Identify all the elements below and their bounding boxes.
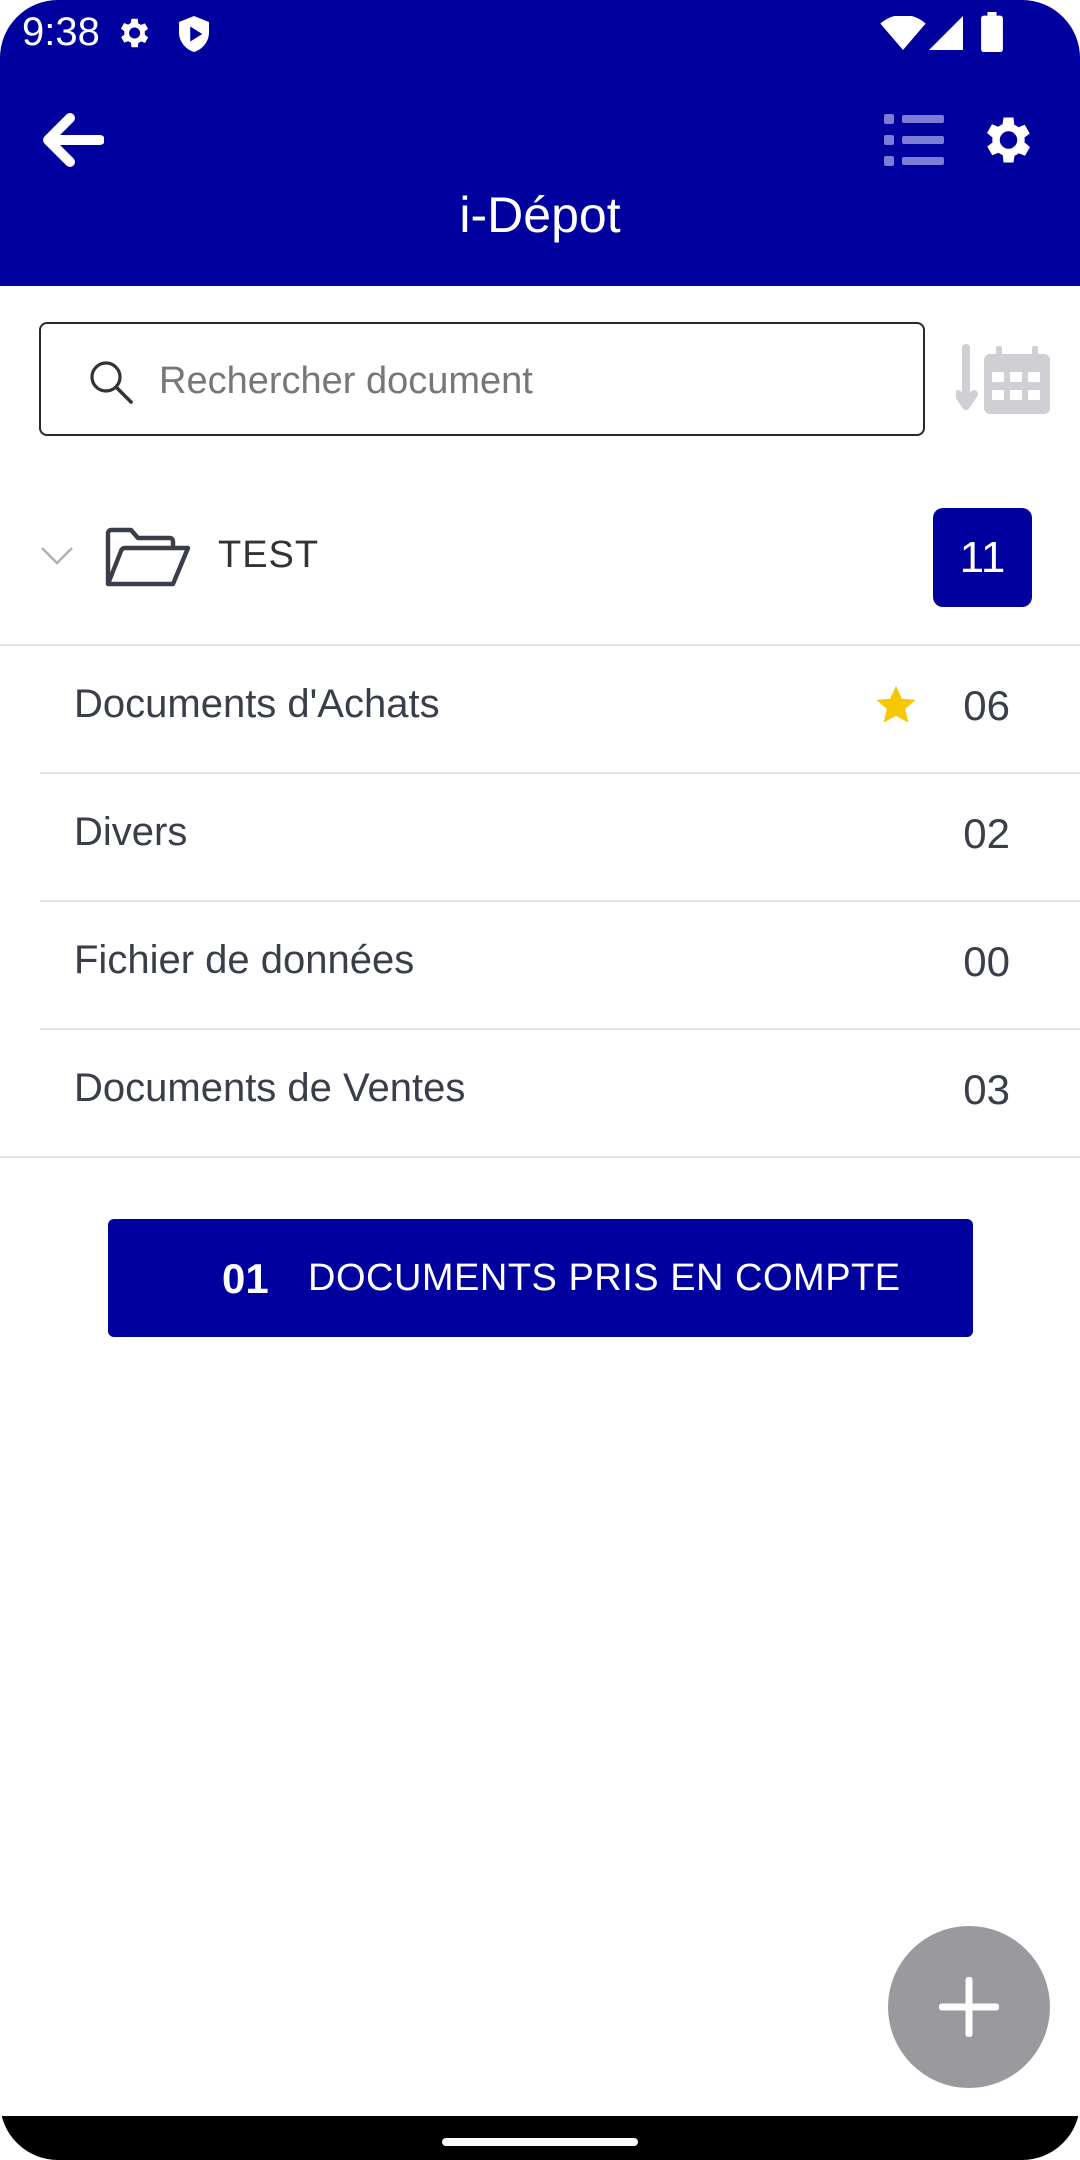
folder-header[interactable]: TEST 11 bbox=[0, 480, 1080, 646]
settings-status-icon bbox=[120, 18, 149, 48]
signal-status-icon bbox=[929, 16, 963, 50]
category-count: 00 bbox=[963, 938, 1010, 985]
category-count: 02 bbox=[963, 810, 1010, 857]
category-label: Documents d'Achats bbox=[74, 682, 440, 726]
folder-open-icon bbox=[105, 527, 191, 587]
add-document-button[interactable] bbox=[888, 1926, 1050, 2088]
shield-play-status-icon bbox=[179, 16, 209, 52]
category-count: 06 bbox=[963, 682, 1010, 729]
category-item[interactable]: Divers 02 bbox=[40, 772, 1080, 902]
plus-icon bbox=[939, 1977, 999, 2037]
status-time: 9:38 bbox=[22, 10, 100, 54]
category-item[interactable]: Fichier de données 00 bbox=[40, 900, 1080, 1030]
back-arrow-icon[interactable] bbox=[40, 110, 104, 170]
folder-count-badge: 11 bbox=[933, 508, 1032, 607]
documents-taken-button[interactable]: 01 DOCUMENTS PRIS EN COMPTE bbox=[108, 1219, 973, 1337]
screen: 9:38 i-Dépot Rechercher document TEST 11… bbox=[0, 0, 1080, 2160]
list-icon[interactable] bbox=[884, 114, 944, 166]
battery-status-icon bbox=[981, 12, 1003, 52]
page-title: i-Dépot bbox=[459, 187, 621, 243]
category-item[interactable]: Documents de Ventes 03 bbox=[0, 1028, 1080, 1158]
search-box[interactable] bbox=[39, 322, 925, 436]
category-label: Divers bbox=[74, 810, 188, 854]
documents-taken-label: DOCUMENTS PRIS EN COMPTE bbox=[308, 1257, 901, 1299]
gear-icon[interactable] bbox=[976, 110, 1036, 170]
search-icon bbox=[90, 361, 133, 404]
category-label: Fichier de données bbox=[74, 938, 415, 982]
star-icon bbox=[876, 685, 916, 723]
folder-name: TEST bbox=[218, 534, 320, 576]
category-count: 03 bbox=[963, 1066, 1010, 1113]
sort-calendar-icon[interactable] bbox=[956, 344, 1052, 416]
app-bar: 9:38 i-Dépot bbox=[0, 0, 1080, 286]
home-gesture-handle[interactable] bbox=[442, 2138, 638, 2146]
chevron-down-icon[interactable] bbox=[40, 546, 74, 566]
wifi-status-icon bbox=[880, 16, 926, 50]
category-label: Documents de Ventes bbox=[74, 1066, 466, 1110]
category-item[interactable]: Documents d'Achats 06 bbox=[40, 644, 1080, 774]
search-input[interactable] bbox=[157, 352, 901, 410]
status-bar: 9:38 bbox=[0, 0, 1080, 66]
documents-taken-count: 01 bbox=[222, 1255, 269, 1302]
